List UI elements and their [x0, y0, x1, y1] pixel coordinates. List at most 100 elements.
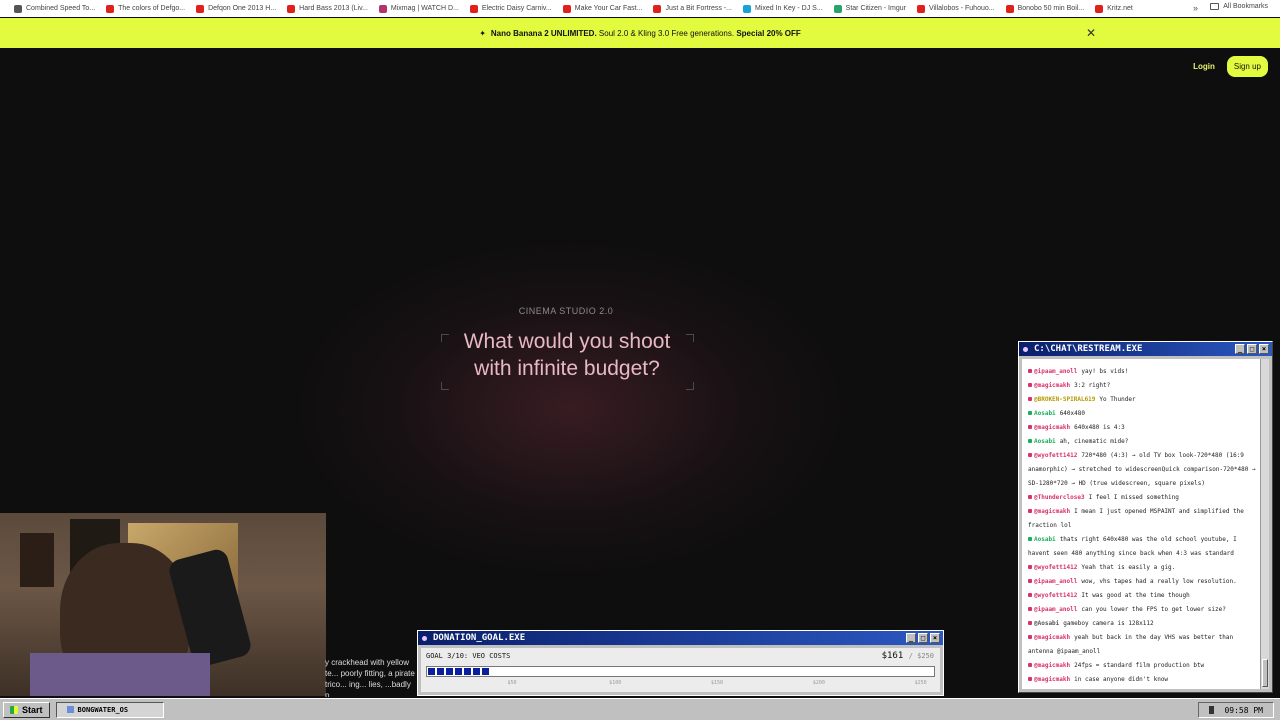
promo-strong: Nano Banana 2 UNLIMITED. [490, 28, 597, 38]
chat-scrollbar[interactable] [1260, 359, 1269, 689]
chat-username[interactable]: @Thunderclose3 [1034, 494, 1085, 501]
overlay-caption: y crackhead with yellow te... poorly fit… [325, 658, 415, 697]
bookmark-label: Defqon One 2013 H... [208, 5, 277, 12]
platform-icon [1028, 565, 1032, 569]
platform-icon [1028, 621, 1032, 625]
login-button[interactable]: Login [1187, 56, 1221, 77]
chat-username[interactable]: @ipaam_anoll [1034, 368, 1077, 375]
chat-message: @magicmakh in case anyone didn't know [1028, 673, 1256, 687]
bookmark-item[interactable]: Just a Bit Fortress -... [653, 4, 732, 13]
window-controls: _ □ × [1235, 344, 1269, 354]
platform-icon [1028, 677, 1032, 681]
bookmark-favicon-icon [1005, 4, 1014, 13]
bookmark-item[interactable]: Bonobo 50 min Boil... [1005, 4, 1084, 13]
bookmark-item[interactable]: Make Your Car Fast... [562, 4, 642, 13]
bookmark-item[interactable]: Defqon One 2013 H... [196, 4, 277, 13]
promo-banner: ✦ Nano Banana 2 UNLIMITED. Soul 2.0 & Kl… [0, 18, 1280, 48]
bookmark-item[interactable]: Combined Speed To... [14, 4, 95, 13]
close-icon[interactable]: ✕ [1086, 26, 1096, 40]
chat-username[interactable]: @wyofett1412 [1034, 592, 1077, 599]
hero-label: CINEMA STUDIO 2.0 [518, 306, 614, 316]
signup-button[interactable]: Sign up [1226, 56, 1268, 77]
minimize-button[interactable]: _ [1235, 344, 1245, 354]
donation-current: $161 [881, 651, 904, 661]
chat-username[interactable]: @BROKEN-SPIRAL619 [1034, 396, 1095, 403]
chat-username[interactable]: Aosabi [1034, 536, 1056, 543]
close-button[interactable]: × [930, 633, 940, 643]
platform-icon [1028, 635, 1032, 639]
progress-segment [428, 668, 435, 675]
platform-icon [1028, 537, 1032, 541]
progress-segment [446, 668, 453, 675]
bookmark-favicon-icon [469, 4, 478, 13]
maximize-button[interactable]: □ [918, 633, 928, 643]
chat-text: It was good at the time though [1081, 592, 1190, 599]
chat-message: @Thunderclose3 I feel I missed something [1028, 491, 1256, 505]
all-bookmarks-button[interactable]: All Bookmarks [1210, 3, 1268, 10]
chat-username[interactable]: @magicmakh [1034, 424, 1070, 431]
chat-message: @wyofett1412 It was good at the time thou… [1028, 589, 1256, 603]
scrollbar-thumb[interactable] [1262, 659, 1268, 687]
chat-username[interactable]: @ipaam_anoll [1034, 606, 1077, 613]
chat-text: I feel I missed something [1088, 494, 1179, 501]
progress-segment [482, 668, 489, 675]
bookmark-item[interactable]: Mixmag | WATCH D... [378, 4, 459, 13]
hero-title: What would you shoot with infinite budge… [463, 330, 671, 380]
bookmark-item[interactable]: Hard Bass 2013 (Liv... [287, 4, 368, 13]
chat-text: in case anyone didn't know [1074, 676, 1169, 683]
chat-message: @ipaam_anoll can you lower the FPS to get… [1028, 603, 1256, 617]
promo-offer[interactable]: Special 20% OFF [736, 29, 800, 38]
chat-username[interactable]: @magicmakh [1034, 676, 1070, 683]
chat-username[interactable]: Aosabi [1034, 438, 1056, 445]
bookmarks-overflow-button[interactable]: » [1193, 3, 1198, 13]
bookmark-item[interactable]: Star Citizen - Imgur [833, 4, 906, 13]
streamer-shirt [30, 653, 210, 696]
chat-username[interactable]: Aosabi [1034, 410, 1056, 417]
chat-username[interactable]: @magicmakh [1034, 662, 1070, 669]
chat-username[interactable]: @Aosabi [1034, 620, 1059, 627]
bookmark-item[interactable]: Kritz.net [1095, 4, 1133, 13]
minimize-button[interactable]: _ [906, 633, 916, 643]
taskbar: Start BONGWATER_OS 09:58 PM [0, 698, 1280, 720]
speaker-icon[interactable] [1209, 706, 1215, 714]
chat-username[interactable]: @magicmakh [1034, 382, 1070, 389]
promo-text: Soul 2.0 & Kling 3.0 Free generations. [596, 28, 737, 38]
chat-text: can you lower the FPS to get lower size? [1081, 606, 1226, 613]
donation-tick-label: $250 [914, 680, 927, 686]
chat-text: 3:2 right? [1074, 382, 1111, 389]
donation-titlebar[interactable]: DONATION_GOAL.EXE _ □ × [418, 631, 943, 645]
chat-username[interactable]: @magicmakh [1034, 634, 1070, 641]
chat-message: @ipaam_anoll yay! bs vids! [1028, 365, 1256, 379]
promo-icon: ✦ [479, 28, 486, 38]
close-button[interactable]: × [1259, 344, 1269, 354]
chat-text: Yo Thunder [1099, 396, 1136, 403]
chat-username[interactable]: @ipaam_anoll [1034, 578, 1077, 585]
donation-progress-bar [426, 666, 935, 677]
bookmark-label: Mixmag | WATCH D... [390, 5, 459, 12]
bookmark-item[interactable]: Villalobos - Fuhouo... [916, 4, 995, 13]
donation-window: DONATION_GOAL.EXE _ □ × GOAL 3/10: VEO C… [417, 630, 944, 696]
bookmark-label: The colors of Defgo... [118, 5, 186, 12]
chat-text: gameboy camera is 128x112 [1063, 620, 1154, 627]
bookmark-item[interactable]: The colors of Defgo... [106, 4, 186, 13]
bookmark-favicon-icon [653, 4, 662, 13]
donation-title: DONATION_GOAL.EXE [433, 633, 526, 643]
progress-segment [473, 668, 480, 675]
chat-username[interactable]: @wyofett1412 [1034, 452, 1077, 459]
bookmark-label: Hard Bass 2013 (Liv... [299, 5, 368, 12]
start-button[interactable]: Start [3, 701, 50, 718]
screen: Combined Speed To... The colors of Defgo.… [0, 0, 1280, 720]
chat-text: yay! bs vids! [1081, 368, 1129, 375]
bookmark-item[interactable]: Mixed In Key - DJ S... [742, 4, 823, 13]
taskbar-item[interactable]: BONGWATER_OS [55, 701, 164, 718]
corner-mark [441, 382, 449, 390]
chat-username[interactable]: @magicmakh [1034, 508, 1070, 515]
progress-segment [455, 668, 462, 675]
taskbar-item-label: BONGWATER_OS [77, 705, 129, 714]
chat-username[interactable]: @wyofett1412 [1034, 564, 1077, 571]
chat-titlebar[interactable]: C:\CHAT\RESTREAM.EXE _ □ × [1019, 342, 1272, 356]
maximize-button[interactable]: □ [1247, 344, 1257, 354]
chat-text: Yeah that is easily a gig. [1081, 564, 1176, 571]
auth-buttons: Login Sign up [1187, 56, 1268, 77]
bookmark-item[interactable]: Electric Daisy Carniv... [469, 4, 552, 13]
